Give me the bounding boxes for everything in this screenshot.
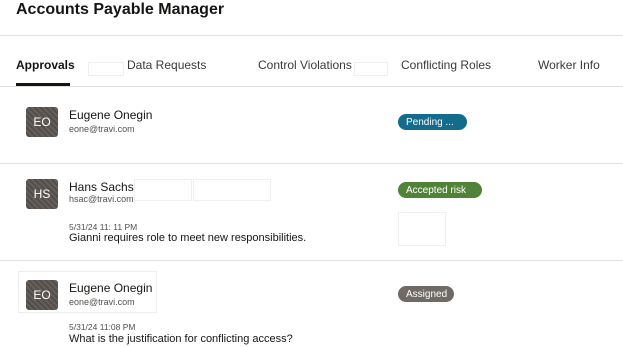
list-item[interactable]: EO Eugene Onegin eone@travi.com 5/31/24 …	[0, 261, 623, 347]
comment-text: What is the justification for conflictin…	[69, 333, 293, 345]
comment-text: Gianni requires role to meet new respons…	[69, 232, 307, 244]
comment-timestamp: 5/31/24 11:08 PM	[69, 322, 136, 332]
blank-patch	[88, 62, 124, 76]
tab-worker-info[interactable]: Worker Info	[538, 58, 600, 72]
blank-patch	[193, 179, 271, 201]
tab-approvals[interactable]: Approvals	[16, 58, 75, 72]
list-item[interactable]: HS Hans Sachs hsac@travi.com 5/31/24 11:…	[0, 164, 623, 260]
requester-name: Hans Sachs	[69, 180, 134, 194]
avatar: HS	[26, 179, 58, 209]
list-item[interactable]: EO Eugene Onegin eone@travi.com Pending …	[0, 87, 623, 163]
tab-conflicting-roles[interactable]: Conflicting Roles	[401, 58, 491, 72]
blank-patch	[398, 212, 446, 246]
page-title: Accounts Payable Manager	[16, 1, 225, 18]
tab-data-requests[interactable]: Data Requests	[127, 58, 206, 72]
blank-patch	[354, 62, 388, 76]
requester-email: hsac@travi.com	[69, 194, 134, 204]
tab-control-violations[interactable]: Control Violations	[258, 58, 352, 72]
requester-name: Eugene Onegin	[69, 108, 153, 122]
title-divider	[0, 35, 623, 36]
requester-name: Eugene Onegin	[69, 281, 153, 295]
requester-email: eone@travi.com	[69, 124, 135, 134]
avatar: EO	[26, 280, 58, 310]
status-badge: Assigned	[398, 286, 454, 302]
requester-email: eone@travi.com	[69, 297, 135, 307]
comment-timestamp: 5/31/24 11: 11 PM	[69, 222, 138, 232]
blank-patch	[388, 180, 398, 198]
status-badge: Pending ...	[398, 114, 467, 130]
blank-patch	[134, 179, 192, 201]
status-badge: Accepted risk	[398, 182, 482, 198]
avatar: EO	[26, 107, 58, 137]
